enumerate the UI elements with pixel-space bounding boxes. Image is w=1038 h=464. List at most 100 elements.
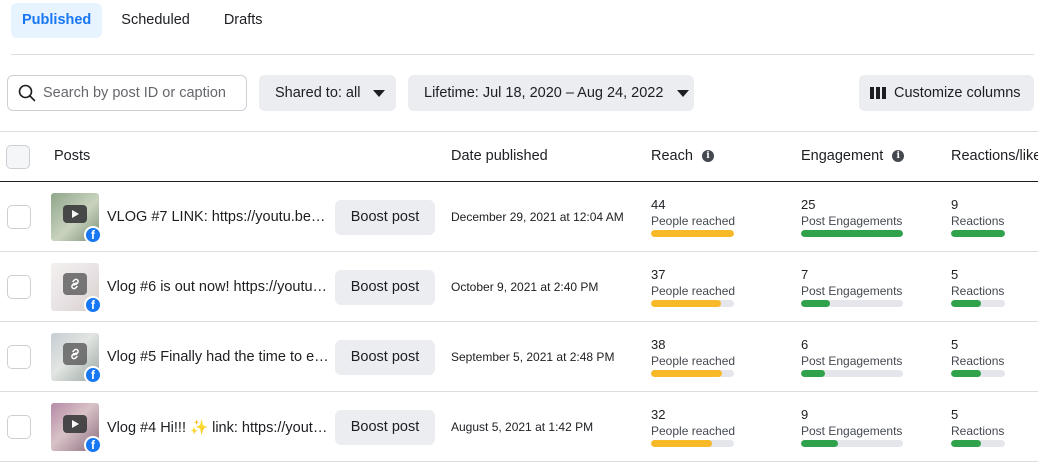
facebook-icon: f (84, 296, 102, 314)
customize-columns-button[interactable]: Customize columns (859, 75, 1034, 111)
post-caption[interactable]: Vlog #6 is out now! https://youtu.… (107, 279, 329, 295)
boost-post-button[interactable]: Boost post (335, 410, 435, 445)
reach-bar (651, 370, 734, 377)
link-icon (63, 343, 87, 365)
content-tabs: Published Scheduled Drafts (11, 3, 286, 38)
reactions-label: Reactions (951, 424, 1005, 438)
engagement-value: 6 (801, 337, 809, 352)
row-checkbox[interactable] (7, 275, 31, 299)
reach-label: People reached (651, 354, 736, 368)
engagement-bar (801, 300, 903, 307)
shared-to-label: Shared to: all (275, 85, 361, 101)
tab-published[interactable]: Published (11, 3, 103, 38)
engagement-metric: 25 Post Engagements (801, 198, 903, 237)
header-reactions[interactable]: Reactions/like (951, 131, 1038, 181)
post-date: September 5, 2021 at 2:48 PM (451, 350, 615, 364)
engagement-bar (801, 440, 903, 447)
engagement-metric: 9 Post Engagements (801, 408, 903, 447)
post-date: October 9, 2021 at 2:40 PM (451, 280, 599, 294)
reach-value: 32 (651, 407, 666, 422)
reach-value: 38 (651, 337, 666, 352)
facebook-icon: f (84, 436, 102, 454)
reach-label: People reached (651, 214, 736, 228)
video-play-icon (63, 415, 87, 433)
select-all-checkbox[interactable] (6, 145, 30, 169)
reactions-metric: 5 Reactions (951, 268, 1005, 307)
boost-post-button[interactable]: Boost post (335, 340, 435, 375)
caret-down-icon (373, 89, 386, 97)
tab-drafts[interactable]: Drafts (213, 3, 274, 38)
info-icon[interactable]: i (701, 150, 714, 162)
facebook-icon: f (84, 226, 102, 244)
table-row[interactable]: f Vlog #4 Hi!!! ✨ link: https://youtu… B… (0, 392, 1038, 462)
reactions-bar (951, 370, 1005, 377)
engagement-value: 7 (801, 267, 809, 282)
reactions-value: 5 (951, 407, 959, 422)
reactions-metric: 9 Reactions (951, 198, 1005, 237)
header-engagement-label: Engagement (801, 148, 884, 164)
reach-bar (651, 440, 734, 447)
customize-columns-label: Customize columns (894, 85, 1021, 101)
reach-metric: 44 People reached (651, 197, 736, 237)
reactions-bar (951, 230, 1005, 237)
engagement-bar (801, 370, 903, 377)
reach-metric: 32 People reached (651, 407, 736, 447)
engagement-bar-fill (801, 230, 903, 237)
date-range-dropdown[interactable]: Lifetime: Jul 18, 2020 – Aug 24, 2022 (408, 75, 694, 111)
header-engagement[interactable]: Engagement i (801, 131, 905, 181)
shared-to-dropdown[interactable]: Shared to: all (259, 75, 396, 111)
reactions-value: 5 (951, 337, 959, 352)
reactions-bar (951, 440, 1005, 447)
search-box[interactable] (7, 75, 247, 111)
post-caption[interactable]: Vlog #5 Finally had the time to edi… (107, 349, 329, 365)
video-play-icon (63, 205, 87, 223)
table-row[interactable]: f Vlog #6 is out now! https://youtu.… Bo… (0, 252, 1038, 322)
reactions-value: 9 (951, 197, 959, 212)
reactions-metric: 5 Reactions (951, 338, 1005, 377)
reach-value: 37 (651, 267, 666, 282)
reach-bar (651, 230, 734, 237)
header-reach[interactable]: Reach i (651, 131, 714, 181)
columns-icon (870, 87, 886, 99)
tab-scheduled[interactable]: Scheduled (110, 3, 201, 38)
engagement-bar-fill (801, 370, 826, 377)
table-row[interactable]: f Vlog #5 Finally had the time to edi… B… (0, 322, 1038, 392)
reach-label: People reached (651, 284, 736, 298)
reach-value: 44 (651, 197, 666, 212)
header-reach-label: Reach (651, 148, 693, 164)
tabs-divider (11, 54, 1034, 55)
search-icon (18, 84, 36, 102)
reactions-label: Reactions (951, 354, 1005, 368)
engagement-bar-fill (801, 440, 838, 447)
post-caption[interactable]: VLOG #7 LINK: https://youtu.be/G… (107, 209, 329, 225)
reactions-bar-fill (951, 300, 982, 307)
table-row[interactable]: f VLOG #7 LINK: https://youtu.be/G… Boos… (0, 182, 1038, 252)
info-icon[interactable]: i (892, 150, 905, 162)
engagement-label: Post Engagements (801, 284, 903, 298)
post-caption[interactable]: Vlog #4 Hi!!! ✨ link: https://youtu… (107, 419, 329, 436)
engagement-label: Post Engagements (801, 424, 903, 438)
link-icon (63, 273, 87, 295)
boost-post-button[interactable]: Boost post (335, 200, 435, 235)
reach-bar-fill (651, 370, 723, 377)
boost-post-button[interactable]: Boost post (335, 270, 435, 305)
table-header: Posts Date published Reach i Engagement … (0, 131, 1038, 181)
post-date: December 29, 2021 at 12:04 AM (451, 210, 624, 224)
search-input[interactable] (43, 85, 233, 101)
engagement-label: Post Engagements (801, 214, 903, 228)
reactions-bar-fill (951, 230, 1005, 237)
engagement-metric: 6 Post Engagements (801, 338, 903, 377)
engagement-bar (801, 230, 903, 237)
reach-bar-fill (651, 440, 712, 447)
reach-label: People reached (651, 424, 736, 438)
engagement-value: 25 (801, 197, 816, 212)
row-checkbox[interactable] (7, 205, 31, 229)
reach-bar-fill (651, 230, 734, 237)
header-posts: Posts (54, 148, 91, 164)
reach-metric: 38 People reached (651, 337, 736, 377)
engagement-metric: 7 Post Engagements (801, 268, 903, 307)
row-checkbox[interactable] (7, 345, 31, 369)
header-date-published[interactable]: Date published (451, 131, 548, 181)
row-checkbox[interactable] (7, 415, 31, 439)
reactions-label: Reactions (951, 214, 1005, 228)
